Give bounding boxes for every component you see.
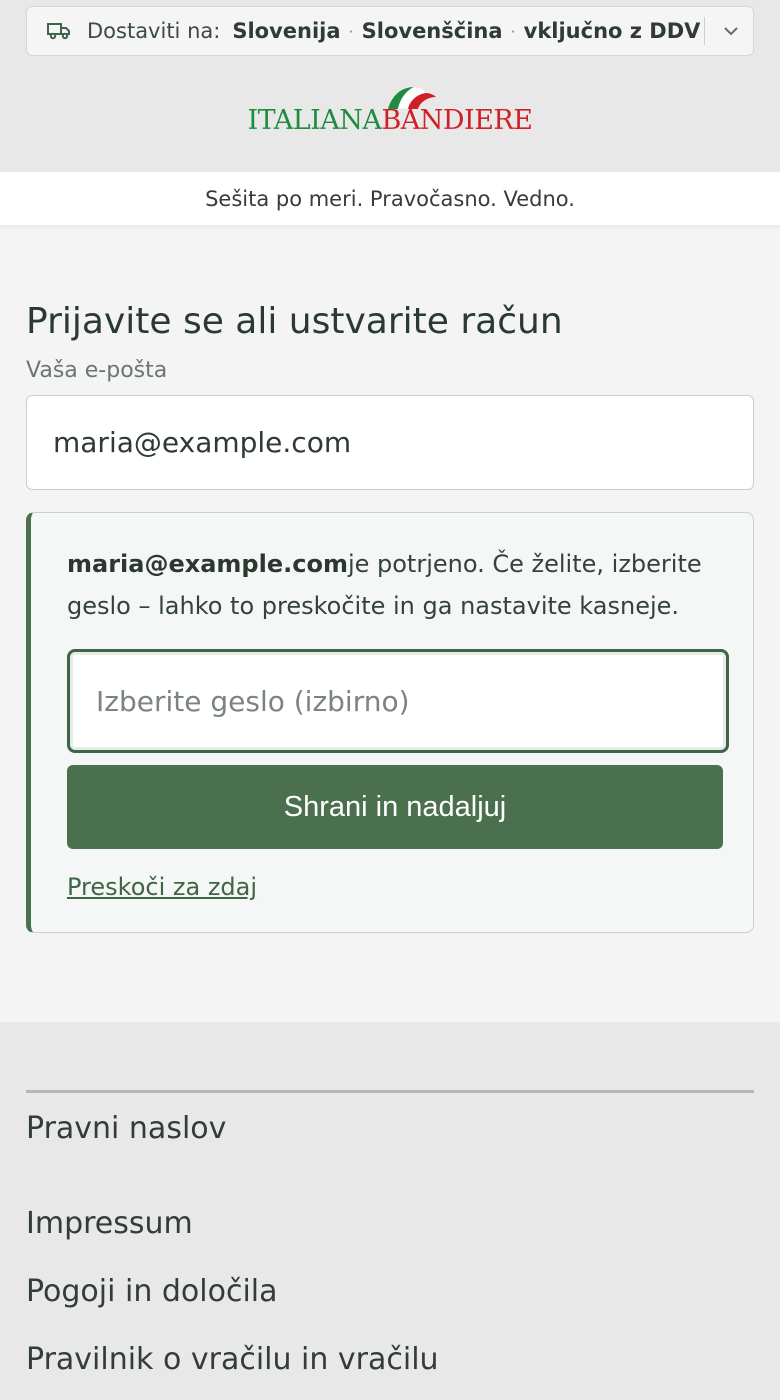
chevron-down-icon[interactable] — [723, 26, 739, 36]
truck-icon — [47, 23, 70, 40]
login-section: Prijavite se ali ustvarite račun Vaša e-… — [0, 225, 780, 1022]
password-placeholder: Izberite geslo (izbirno) — [96, 684, 410, 718]
page-title: Prijavite se ali ustvarite račun — [26, 301, 563, 342]
footer-links: Impressum Pogoji in določila Pravilnik o… — [26, 1204, 754, 1400]
brand-logo[interactable]: ITALIANABANDIERE — [247, 86, 533, 136]
tagline: Sešita po meri. Pravočasno. Vedno. — [0, 172, 780, 225]
flag-swoosh-icon — [387, 86, 436, 109]
password-field[interactable]: Izberite geslo (izbirno) — [67, 649, 729, 753]
brand-name-green: ITALIANA — [247, 104, 382, 136]
skip-link[interactable]: Preskoči za zdaj — [67, 873, 721, 901]
shipping-country: Slovenija — [232, 19, 341, 43]
save-continue-button[interactable]: Shrani in nadaljuj — [67, 765, 723, 849]
footer-heading[interactable]: Pravni naslov — [26, 1111, 754, 1146]
footer-link-returns[interactable]: Pravilnik o vračilu in vračilu — [26, 1340, 754, 1400]
footer-link-impressum[interactable]: Impressum — [26, 1204, 754, 1272]
confirmed-email: maria@example.com — [67, 550, 348, 578]
shipping-language: Slovenščina — [361, 19, 503, 43]
email-field[interactable]: maria@example.com — [26, 395, 754, 490]
shipping-selector[interactable]: Dostaviti na: Slovenija · Slovenščina · … — [26, 6, 754, 56]
footer: Pravni naslov Impressum Pogoji in določi… — [0, 1022, 780, 1400]
password-confirm-panel: maria@example.comje potrjeno. Če želite,… — [26, 512, 754, 933]
shipping-bar-wrapper: Dostaviti na: Slovenija · Slovenščina · … — [0, 0, 780, 62]
email-value: maria@example.com — [53, 426, 352, 459]
footer-link-terms[interactable]: Pogoji in določila — [26, 1272, 754, 1340]
shipping-tax: vključno z DDV — [523, 19, 701, 43]
shipping-label: Dostaviti na: — [87, 19, 221, 43]
footer-divider — [26, 1090, 754, 1093]
email-label: Vaša e-pošta — [26, 358, 168, 383]
confirm-message: maria@example.comje potrjeno. Če želite,… — [67, 543, 721, 627]
separator-dot: · — [348, 21, 354, 41]
separator-dot: · — [510, 21, 516, 41]
divider — [703, 17, 705, 45]
header-logo-area: ITALIANABANDIERE — [0, 62, 780, 172]
